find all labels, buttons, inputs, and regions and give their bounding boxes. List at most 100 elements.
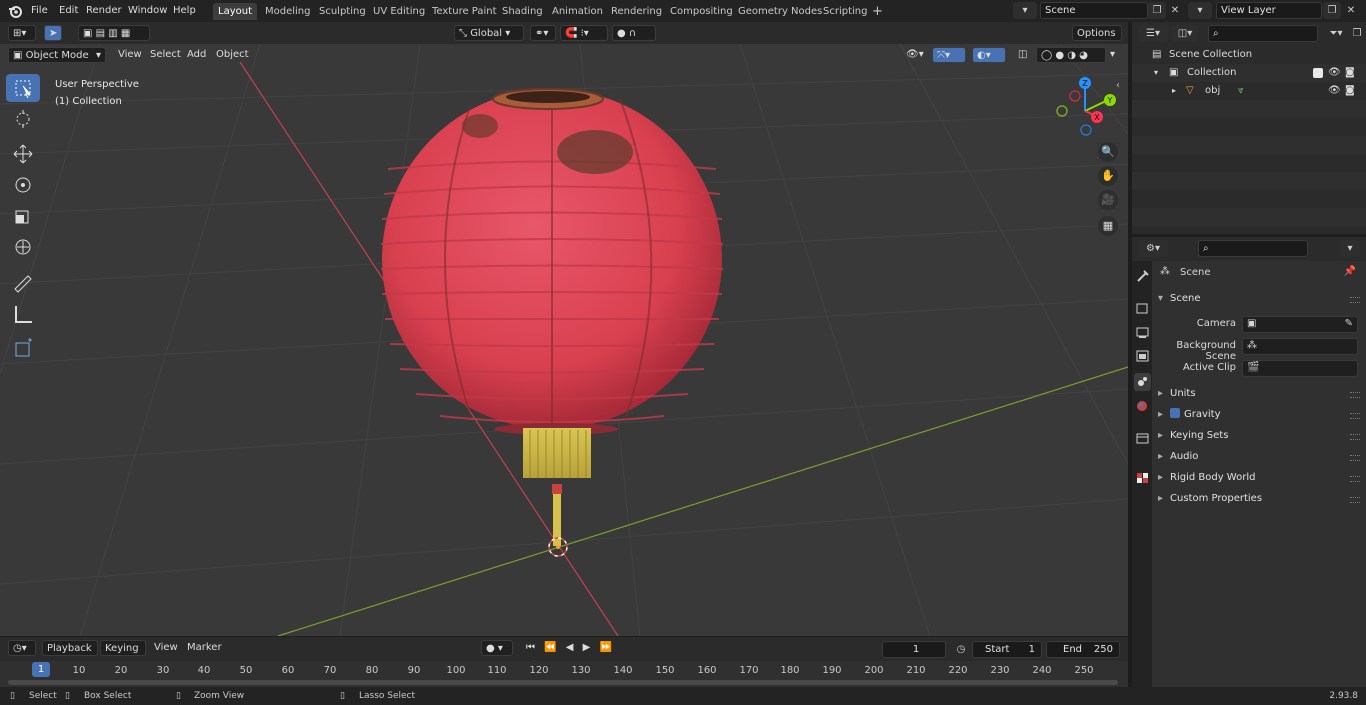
- panel-drag-grip[interactable]: [1350, 297, 1360, 303]
- tab-compositing[interactable]: Compositing: [665, 3, 738, 20]
- transform-orientation-dropdown[interactable]: ⤡ Global ▾: [454, 25, 524, 41]
- display-mode-icon[interactable]: ◫▾: [1172, 25, 1198, 42]
- view-layer-field[interactable]: View Layer: [1216, 2, 1322, 19]
- menu-edit[interactable]: Edit: [59, 3, 78, 19]
- expand-arrow-icon[interactable]: ▸: [1172, 82, 1176, 100]
- viewport-menu-select[interactable]: Select: [146, 47, 185, 63]
- shading-mode-buttons[interactable]: ◯ ● ◑ ◕: [1036, 47, 1106, 63]
- menu-render[interactable]: Render: [86, 3, 122, 19]
- delete-scene-icon[interactable]: ✕: [1166, 2, 1184, 19]
- lantern-object[interactable]: [380, 88, 724, 435]
- 3d-viewport[interactable]: Z Y X 🔍 ✋ 🎥 ▦ ‹: [0, 44, 1128, 636]
- panel-gravity[interactable]: ▸ Gravity: [1158, 406, 1221, 424]
- timeline-ruler[interactable]: 1 10 20 30 40 50 60 70 80 90 100 110 120…: [0, 661, 1128, 687]
- blender-logo-icon[interactable]: [8, 4, 22, 18]
- panel-drag-grip[interactable]: [1350, 413, 1360, 419]
- delete-view-layer-icon[interactable]: ✕: [1342, 2, 1360, 19]
- timeline-menu-marker[interactable]: Marker: [183, 640, 226, 656]
- properties-editor-type-icon[interactable]: ⚙▾: [1138, 240, 1168, 257]
- new-collection-icon[interactable]: ❐: [1350, 25, 1364, 42]
- sidebar-toggle-icon[interactable]: ‹: [1116, 80, 1126, 94]
- view-layer-selector-icon[interactable]: ▾: [1188, 2, 1212, 19]
- select-tool-icon[interactable]: ➤: [44, 25, 62, 41]
- render-tab-icon[interactable]: [1134, 299, 1151, 317]
- tab-layout[interactable]: Layout: [213, 3, 257, 20]
- record-button[interactable]: ● ▾: [481, 640, 513, 656]
- tab-texture-paint[interactable]: Texture Paint: [427, 3, 502, 20]
- menu-file[interactable]: File: [31, 3, 48, 19]
- texture-tab-icon[interactable]: [1134, 469, 1151, 487]
- shading-options-icon[interactable]: ▾: [1106, 47, 1122, 63]
- tab-scripting[interactable]: Scripting: [818, 3, 872, 20]
- panel-drag-grip[interactable]: [1350, 392, 1360, 398]
- panel-rigid-body-world[interactable]: ▸ Rigid Body World: [1158, 469, 1255, 487]
- outliner-search-input[interactable]: ⌕: [1208, 25, 1318, 42]
- tool-annotate[interactable]: [6, 269, 40, 297]
- timeline-menu-keying[interactable]: Keying ▾: [100, 640, 146, 670]
- pin-icon[interactable]: 📌: [1344, 266, 1356, 277]
- stopwatch-icon[interactable]: ◷: [952, 641, 970, 658]
- output-tab-icon[interactable]: [1134, 323, 1151, 341]
- scene-name-field[interactable]: Scene: [1040, 2, 1148, 19]
- filter-icon[interactable]: ⏷▾: [1322, 25, 1350, 42]
- tab-sculpting[interactable]: Sculpting: [314, 3, 371, 20]
- outliner-row-collection[interactable]: ▾ ▣ Collection 👁 ◙: [1132, 64, 1366, 82]
- end-frame-field[interactable]: End 250: [1046, 641, 1120, 658]
- object-mode-dropdown[interactable]: ▣ Object Mode ▾: [8, 47, 106, 63]
- tab-modeling[interactable]: Modeling: [260, 3, 316, 20]
- outliner-editor-type-icon[interactable]: ☰▾: [1138, 25, 1168, 42]
- snap-toggle-icon[interactable]: 🧲 ⁝▾: [560, 25, 608, 41]
- panel-drag-grip[interactable]: [1350, 455, 1360, 461]
- view-object-types-icon[interactable]: 👁▾: [902, 47, 930, 63]
- render-camera-icon[interactable]: ◙: [1345, 64, 1355, 82]
- scene-tab-icon[interactable]: [1134, 373, 1151, 391]
- gizmo-toggle-icon[interactable]: ⤧▾: [932, 47, 966, 63]
- scene-selector-icon[interactable]: ▾: [1013, 2, 1037, 19]
- selection-mode-buttons[interactable]: ▣ ▤ ▥ ▦: [78, 25, 150, 41]
- tool-select-box[interactable]: [6, 74, 40, 102]
- properties-search-input[interactable]: ⌕: [1198, 240, 1308, 257]
- tool-rotate[interactable]: [6, 171, 40, 199]
- panel-audio[interactable]: ▸ Audio: [1158, 448, 1198, 466]
- new-view-layer-icon[interactable]: ❐: [1323, 2, 1341, 19]
- overlay-toggle-icon[interactable]: ◐▾: [972, 47, 1006, 63]
- viewport-menu-object[interactable]: Object: [212, 47, 253, 63]
- panel-units[interactable]: ▸ Units: [1158, 385, 1196, 403]
- new-scene-icon[interactable]: ❐: [1148, 2, 1166, 19]
- outliner-row-scene-collection[interactable]: ▤ Scene Collection: [1132, 46, 1366, 64]
- expand-arrow-icon[interactable]: ▾: [1154, 64, 1158, 82]
- viewport-scene[interactable]: Z Y X: [0, 44, 1128, 636]
- gravity-checkbox[interactable]: [1170, 408, 1180, 418]
- viewport-menu-view[interactable]: View: [114, 47, 146, 63]
- menu-help[interactable]: Help: [173, 3, 196, 19]
- zoom-icon[interactable]: 🔍: [1098, 142, 1118, 162]
- tool-cursor[interactable]: [6, 105, 40, 133]
- timeline-editor-type-icon[interactable]: ◷▾: [8, 640, 36, 656]
- collection-tab-icon[interactable]: [1134, 429, 1151, 447]
- outliner-row-obj[interactable]: ▸ ▽ obj ⩔ 👁 ◙: [1132, 82, 1366, 100]
- background-scene-field[interactable]: ⁂: [1242, 338, 1358, 355]
- panel-drag-grip[interactable]: [1350, 476, 1360, 482]
- xray-toggle-icon[interactable]: ◫: [1014, 47, 1030, 63]
- active-clip-field[interactable]: 🎬: [1242, 360, 1358, 377]
- panel-custom-properties[interactable]: ▸ Custom Properties: [1158, 490, 1262, 508]
- tool-scale[interactable]: [6, 202, 40, 230]
- tool-measure[interactable]: [6, 300, 40, 328]
- proportional-editing-icon[interactable]: ● ∩: [612, 25, 656, 41]
- timeline-menu-playback[interactable]: Playback ▾: [42, 640, 98, 670]
- render-camera-icon[interactable]: ◙: [1345, 82, 1355, 100]
- playhead-frame[interactable]: 1: [32, 662, 50, 677]
- menu-window[interactable]: Window: [128, 3, 167, 19]
- tab-geometry-nodes[interactable]: Geometry Nodes: [733, 3, 827, 20]
- view-layer-tab-icon[interactable]: [1134, 347, 1151, 365]
- pan-hand-icon[interactable]: ✋: [1098, 166, 1118, 186]
- visibility-eye-icon[interactable]: 👁: [1328, 64, 1341, 82]
- pivot-point-icon[interactable]: ⚭▾: [530, 25, 556, 41]
- eyedropper-icon[interactable]: ✎: [1345, 318, 1353, 329]
- exclude-checkbox[interactable]: [1313, 68, 1323, 78]
- playback-controls[interactable]: ⏮ ⏪ ◀ ▶ ⏩ ⏭: [522, 640, 622, 669]
- timeline-menu-view[interactable]: View: [150, 640, 182, 656]
- tool-transform[interactable]: [6, 233, 40, 261]
- properties-options-icon[interactable]: ▾: [1340, 240, 1360, 257]
- tool-tab-icon[interactable]: [1134, 267, 1151, 285]
